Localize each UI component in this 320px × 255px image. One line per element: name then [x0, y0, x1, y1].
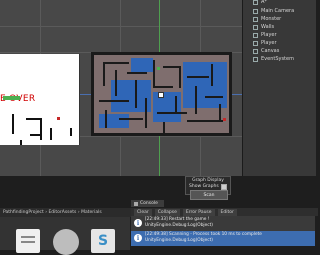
maze-wall — [211, 64, 213, 86]
editor-dropdown[interactable]: Editor — [217, 208, 237, 216]
maze-scene-object[interactable] — [91, 52, 232, 136]
console-log-row-selected[interactable]: i [22:49:38] Scanning - Process took 10 … — [131, 231, 315, 246]
maze-wall — [115, 70, 117, 96]
hierarchy-panel[interactable]: A* Main Camera Monster Walls Player Play… — [242, 0, 316, 176]
gameobject-icon — [253, 16, 258, 22]
gameobject-icon — [253, 48, 258, 54]
maze-wall — [145, 98, 147, 128]
console-icon — [134, 201, 138, 206]
log-message: [22:49:33] Restart the game ! — [145, 217, 210, 222]
error-pause-button[interactable]: Error Pause — [182, 208, 215, 216]
log-message: [22:49:38] Scanning - Process took 10 ms… — [145, 232, 262, 237]
hierarchy-item-label: Canvas — [261, 48, 280, 54]
script-asset-icon[interactable]: S — [91, 229, 115, 253]
preview-wall — [26, 118, 40, 120]
maze-wall — [153, 86, 173, 88]
health-bar — [3, 96, 20, 100]
hierarchy-item-label: Walls — [261, 24, 275, 30]
maze-wall — [153, 60, 155, 86]
scan-button[interactable]: Scan — [190, 190, 228, 200]
maze-wall — [157, 112, 187, 114]
maze-wall — [187, 76, 209, 78]
maze-wall — [119, 118, 143, 120]
hierarchy-item[interactable]: Main Camera — [253, 7, 294, 15]
console-toolbar: Clear Collapse Error Pause Editor — [131, 208, 318, 216]
maze-wall — [91, 133, 232, 136]
preview-wall — [50, 128, 52, 140]
clear-button[interactable]: Clear — [134, 208, 152, 216]
gameobject-icon — [253, 0, 258, 5]
grid-line — [0, 26, 242, 27]
preview-wall — [70, 128, 72, 136]
preview-wall — [12, 114, 14, 134]
gameobject-icon — [253, 24, 258, 30]
show-graphs-label: Show Graphs — [189, 184, 219, 189]
preview-wall — [30, 134, 40, 136]
maze-wall — [163, 122, 165, 133]
hierarchy-item[interactable]: Player — [253, 31, 277, 39]
hierarchy-item-label: Monster — [261, 16, 282, 22]
maze-wall — [229, 52, 232, 136]
maze-wall — [205, 96, 223, 98]
hierarchy-item[interactable]: EventSystem — [253, 55, 294, 63]
gameobject-icon — [253, 8, 258, 14]
collapse-button[interactable]: Collapse — [154, 208, 180, 216]
hierarchy-item-label: Main Camera — [261, 8, 295, 14]
graph-display-title: Graph Display — [192, 178, 224, 183]
transform-handle[interactable] — [158, 92, 164, 98]
maze-wall — [99, 100, 129, 102]
info-icon: i — [134, 219, 142, 227]
project-breadcrumb[interactable]: PathfindingProject › EditorAssets › Mate… — [0, 208, 133, 217]
game-view-preview[interactable]: E OVER — [0, 54, 80, 145]
preview-wall — [40, 118, 42, 140]
hierarchy-item-label: EventSystem — [261, 56, 294, 62]
log-stacktrace: UnityEngine.Debug:Log(Object) — [145, 223, 213, 228]
preview-wall — [20, 140, 22, 145]
tab-console[interactable]: Console — [131, 200, 164, 207]
water-region — [99, 114, 129, 128]
gameobject-icon — [253, 40, 258, 46]
water-region — [131, 58, 153, 72]
maze-wall — [195, 86, 197, 114]
csharp-script-icon: S — [97, 233, 109, 249]
maze-wall — [135, 80, 137, 108]
maze-wall — [103, 62, 129, 64]
hierarchy-item[interactable]: A* — [253, 0, 267, 6]
document-asset-icon[interactable] — [16, 229, 40, 253]
hierarchy-item-label: A* — [261, 0, 267, 5]
maze-wall — [105, 110, 107, 128]
preview-monster-marker — [57, 117, 60, 120]
hierarchy-item-label: Player — [261, 40, 277, 46]
maze-wall — [91, 52, 94, 136]
hierarchy-item-label: Player — [261, 32, 277, 38]
water-region — [183, 62, 227, 108]
hierarchy-item[interactable]: Player — [253, 39, 277, 47]
maze-wall — [187, 120, 223, 122]
log-stacktrace: UnityEngine.Debug:Log(Object) — [145, 238, 213, 243]
hierarchy-item[interactable]: Walls — [253, 23, 274, 31]
hierarchy-item[interactable]: Canvas — [253, 47, 279, 55]
hierarchy-item[interactable]: Monster — [253, 15, 281, 23]
material-sphere-icon[interactable] — [53, 229, 79, 255]
maze-wall — [103, 62, 105, 86]
monster-marker[interactable] — [223, 118, 226, 121]
maze-wall — [179, 66, 181, 88]
player-marker[interactable] — [157, 67, 160, 70]
console-tab-label: Console — [140, 201, 158, 206]
gameobject-icon — [253, 56, 258, 62]
gameobject-icon — [253, 32, 258, 38]
maze-wall — [219, 104, 221, 120]
document-line — [21, 236, 35, 238]
info-icon: i — [134, 234, 142, 242]
console-log-row[interactable]: i [22:49:33] Restart the game ! UnityEng… — [131, 216, 315, 231]
maze-wall — [91, 52, 232, 55]
document-line — [21, 241, 35, 243]
maze-wall — [127, 72, 147, 74]
maze-wall — [175, 96, 177, 114]
